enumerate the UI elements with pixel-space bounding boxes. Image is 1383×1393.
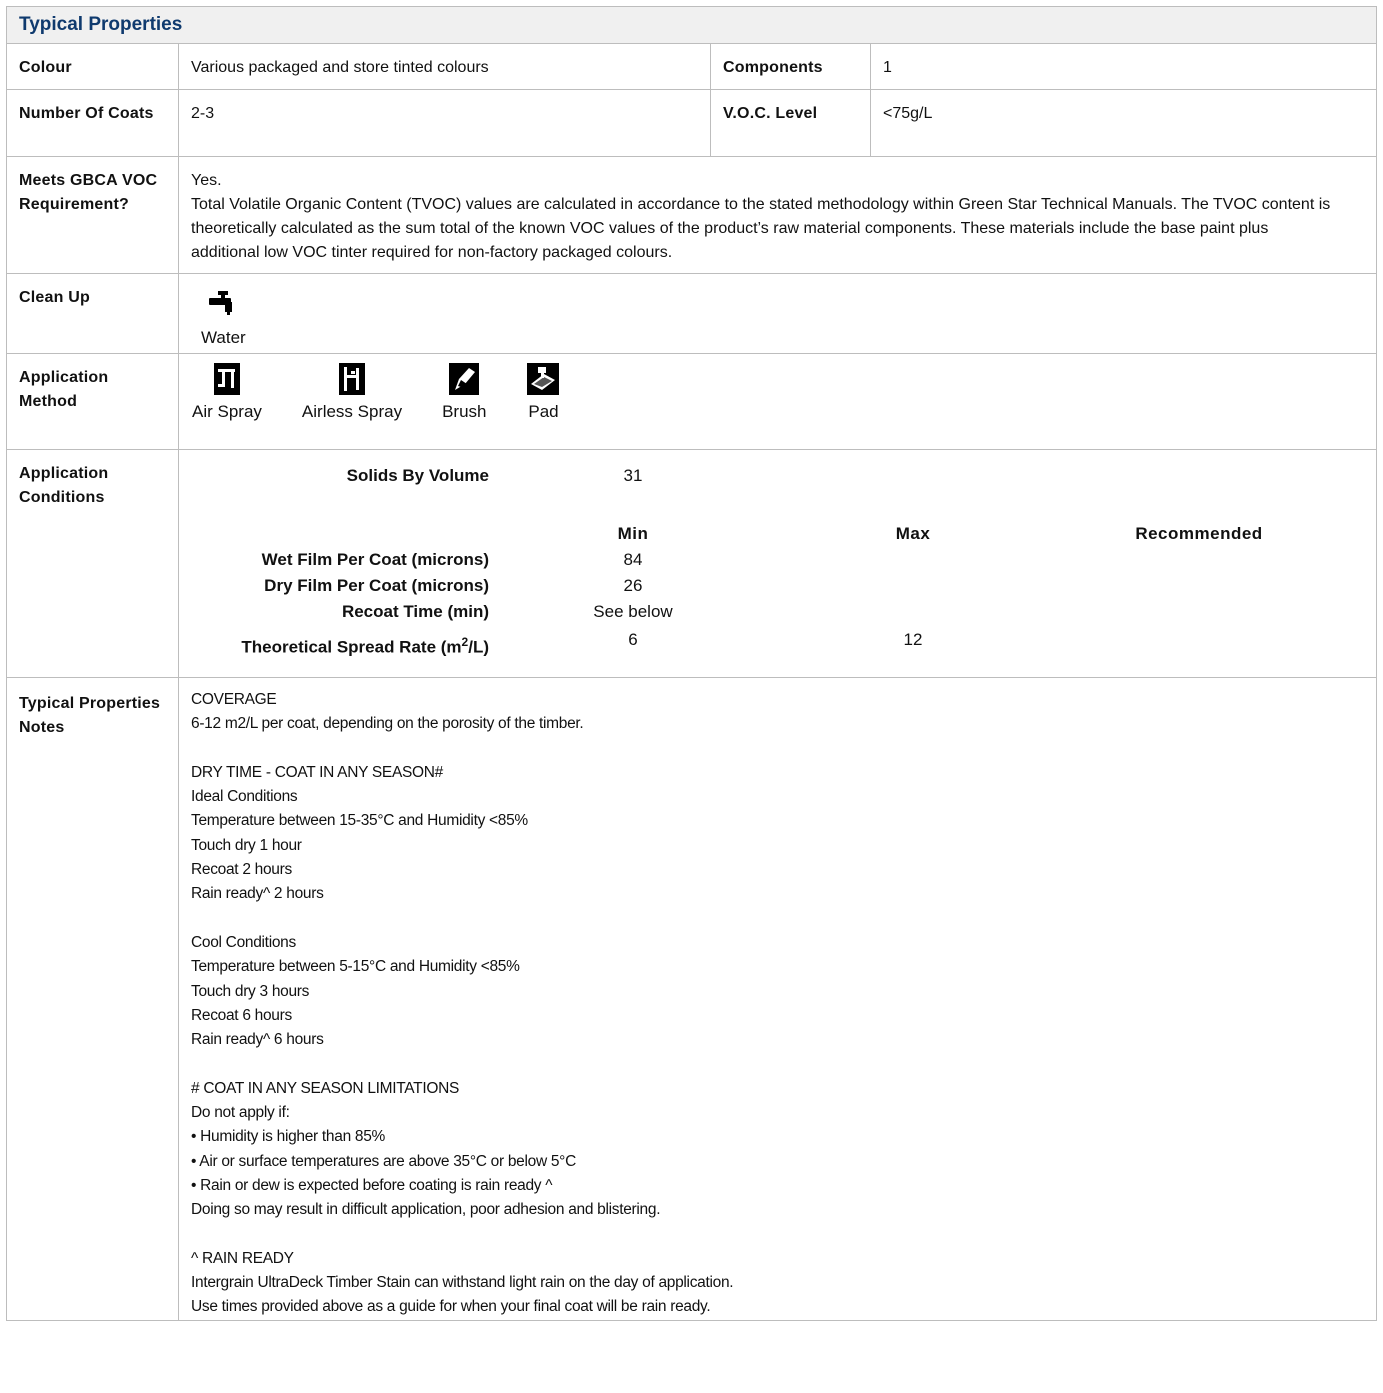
notes-line: Rain ready^ 6 hours	[191, 1031, 324, 1049]
voc-label: V.O.C. Level	[710, 89, 871, 157]
notes-line: Recoat 6 hours	[191, 1006, 292, 1024]
notes-blank-line	[191, 737, 1364, 761]
gbca-answer: Yes.	[191, 172, 222, 189]
recoat-min: See below	[593, 602, 673, 621]
notes-line: 6-12 m2/L per coat, depending on the por…	[191, 715, 584, 733]
notes-line: Ideal Conditions	[191, 788, 298, 806]
wet-film-min: 84	[623, 550, 643, 569]
colour-value: Various packaged and store tinted colour…	[178, 43, 711, 90]
tap-icon	[209, 291, 233, 315]
table-title-bar: Typical Properties	[5, 6, 1378, 44]
solids-label: Solids By Volume	[346, 466, 489, 485]
coats-label: Number Of Coats	[6, 89, 179, 157]
wet-film-label: Wet Film Per Coat (microns)	[261, 550, 489, 569]
spread-rate-min: 6	[628, 630, 638, 649]
recoat-label: Recoat Time (min)	[341, 602, 489, 621]
spread-rate-label-b: /L)	[468, 637, 489, 657]
notes-line: Temperature between 15-35°C and Humidity…	[191, 812, 528, 830]
cleanup-value: Water	[177, 273, 1378, 354]
method-label: Application Method	[6, 353, 179, 450]
air-spray-icon	[213, 363, 240, 395]
notes-value: COVERAGE 6-12 m2/L per coat, depending on…	[177, 677, 1378, 1321]
max-header: Max	[895, 524, 931, 543]
method-pad-item: Pad	[526, 362, 560, 422]
notes-blank-line	[191, 1223, 1364, 1247]
dry-film-label: Dry Film Per Coat (microns)	[264, 576, 489, 595]
cleanup-label: Clean Up	[6, 273, 179, 354]
conditions-value: Solids By Volume 31 Min Max Recommended …	[177, 449, 1378, 678]
gbca-value: Yes. Total Volatile Organic Content (TVO…	[177, 156, 1378, 274]
method-value: Air Spray Airless Spray Brush Pad	[177, 353, 1378, 450]
spread-rate-label-a: Theoretical Spread Rate (m	[241, 637, 462, 657]
notes-lines: COVERAGE 6-12 m2/L per coat, depending on…	[191, 688, 1364, 1320]
method-pad-caption: Pad	[528, 402, 559, 421]
voc-value: <75g/L	[869, 89, 1378, 157]
notes-line: Intergrain UltraDeck Timber Stain can wi…	[191, 1274, 734, 1292]
method-air-spray-item: Air Spray	[192, 362, 262, 422]
notes-line: ^ RAIN READY	[191, 1249, 294, 1267]
notes-line: • Humidity is higher than 85%	[191, 1128, 386, 1146]
notes-line: DRY TIME - COAT IN ANY SEASON#	[191, 763, 443, 781]
notes-line: Recoat 2 hours	[191, 861, 292, 879]
notes-blank-line	[191, 1052, 1364, 1076]
brush-icon	[449, 363, 480, 395]
method-brush-item: Brush	[442, 362, 486, 422]
cleanup-water-item: Water	[201, 288, 246, 348]
notes-line: Use times provided above as a guide for …	[191, 1298, 711, 1316]
min-header: Min	[617, 524, 649, 543]
gbca-label: Meets GBCA VOC Requirement?	[6, 156, 179, 274]
method-airless-spray-item: Airless Spray	[302, 362, 402, 422]
notes-line: COVERAGE	[191, 691, 277, 708]
typical-properties-table: Typical Properties Colour Various packag…	[5, 6, 1378, 1321]
cleanup-water-caption: Water	[201, 328, 246, 347]
notes-line: Cool Conditions	[191, 933, 296, 951]
notes-line: • Air or surface temperatures are above …	[191, 1152, 576, 1170]
notes-line: Touch dry 1 hour	[191, 836, 302, 854]
conditions-grid: Solids By Volume 31 Min Max Recommended …	[179, 462, 1376, 666]
solids-value: 31	[623, 466, 643, 485]
typical-properties-panel: Typical Properties Colour Various packag…	[5, 6, 1378, 1321]
method-airless-spray-caption: Airless Spray	[301, 402, 403, 421]
notes-line: Temperature between 5-15°C and Humidity …	[191, 958, 520, 976]
notes-line: Rain ready^ 2 hours	[191, 885, 324, 903]
components-label: Components	[710, 43, 871, 90]
colour-label: Colour	[6, 43, 179, 90]
notes-label: Typical Properties Notes	[6, 677, 179, 1321]
recommended-header: Recommended	[1135, 524, 1263, 543]
spread-rate-max: 12	[903, 630, 923, 649]
notes-line: • Rain or dew is expected before coating…	[191, 1176, 553, 1194]
method-air-spray-caption: Air Spray	[192, 402, 262, 421]
method-brush-caption: Brush	[442, 402, 487, 421]
table-title: Typical Properties	[19, 14, 183, 35]
notes-blank-line	[191, 907, 1364, 931]
components-value: 1	[869, 43, 1378, 90]
notes-line: Do not apply if:	[191, 1104, 290, 1122]
notes-line: Touch dry 3 hours	[191, 982, 310, 1000]
spread-rate-label: Theoretical Spread Rate (m2/L)	[69, 630, 489, 660]
coats-value: 2-3	[178, 89, 711, 157]
dry-film-min: 26	[623, 576, 643, 595]
notes-line: Doing so may result in difficult applica…	[191, 1201, 661, 1219]
gbca-explanation: Total Volatile Organic Content (TVOC) va…	[191, 196, 1331, 261]
pad-icon	[527, 363, 560, 395]
notes-line: # COAT IN ANY SEASON LIMITATIONS	[191, 1079, 460, 1097]
airless-spray-icon	[338, 363, 365, 395]
